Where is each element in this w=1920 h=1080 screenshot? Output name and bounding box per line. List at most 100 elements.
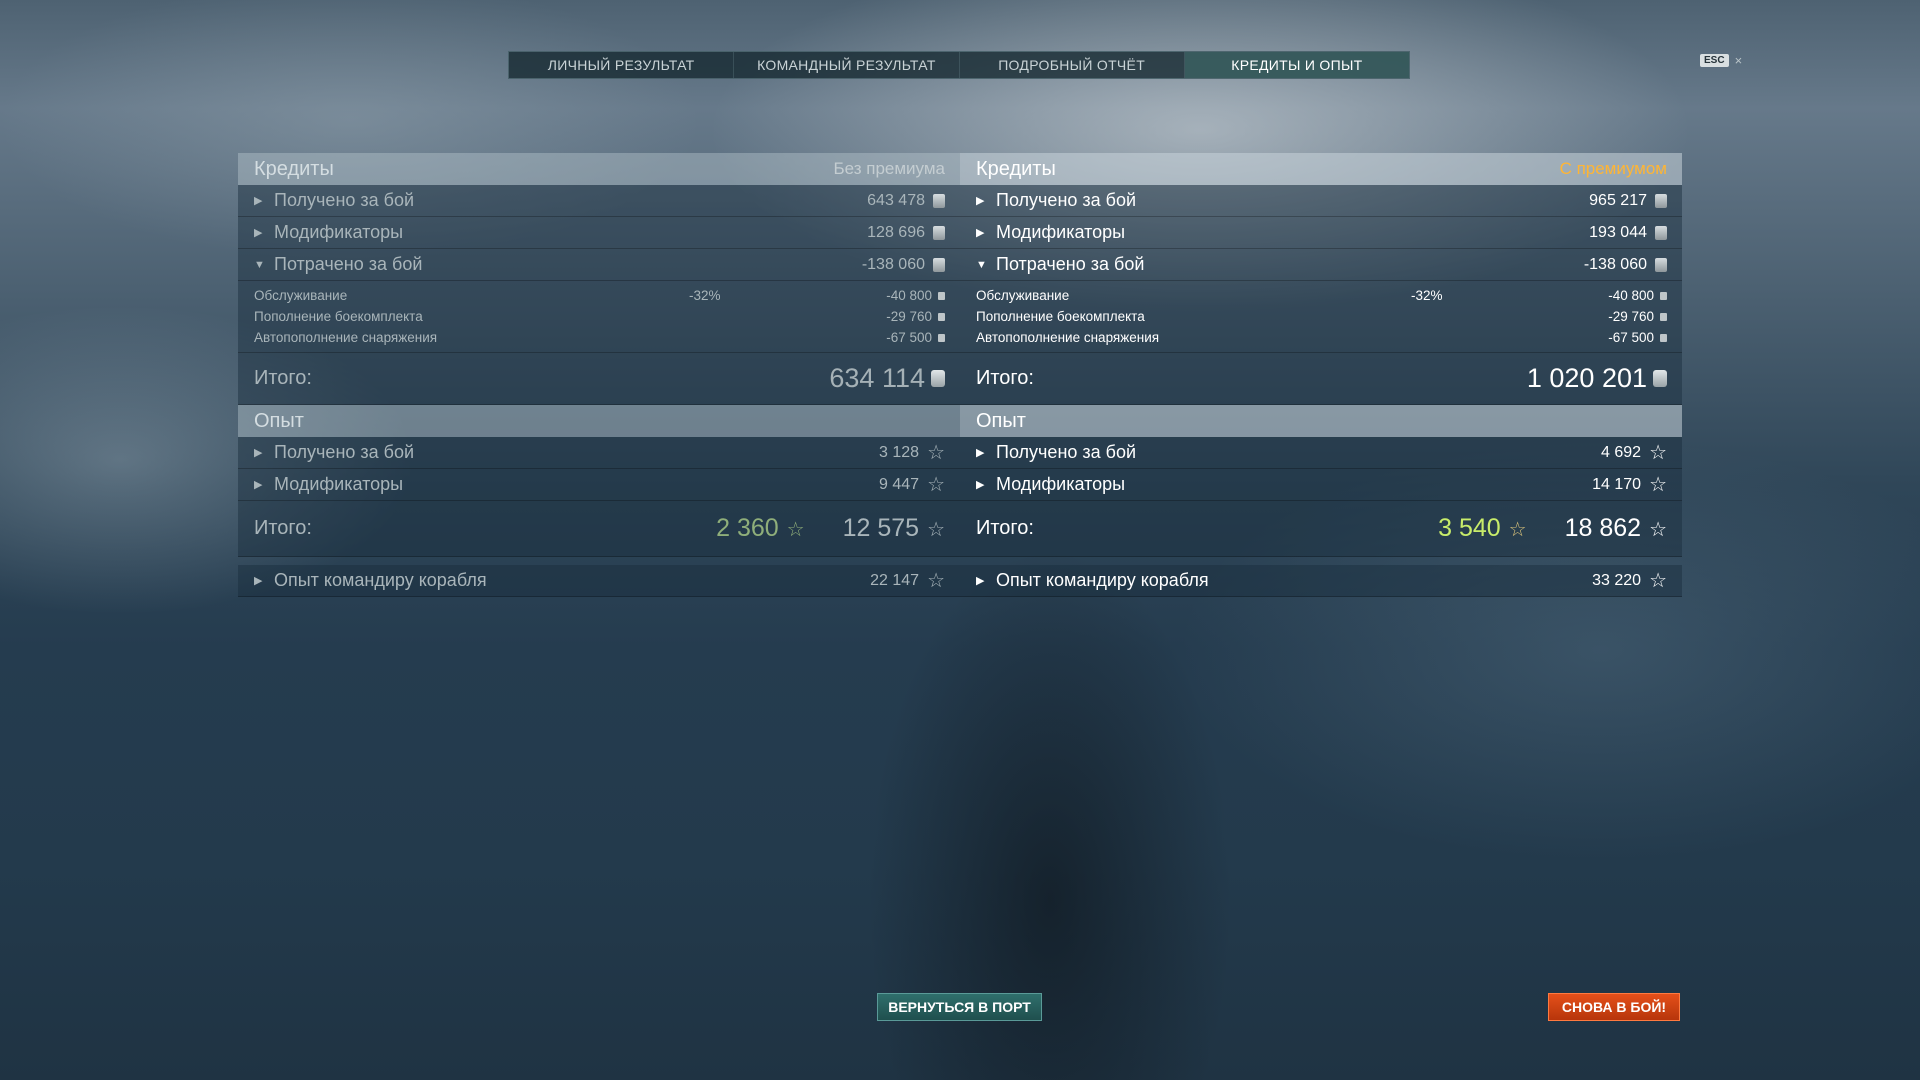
credits-coin-icon (1660, 333, 1667, 342)
tab-team-result[interactable]: КОМАНДНЫЙ РЕЗУЛЬТАТ (734, 52, 960, 78)
xp-header: Опыт (238, 405, 960, 437)
return-to-port-button[interactable]: ВЕРНУТЬСЯ В ПОРТ (877, 993, 1042, 1021)
xp-total-group: 18 862 ☆ (1565, 514, 1667, 543)
credits-spent-row[interactable]: ▼ Потрачено за бой -138 060 (238, 249, 960, 281)
triangle-right-icon: ▶ (254, 479, 263, 491)
triangle-right-icon: ▶ (254, 227, 263, 239)
xp-total-group: 12 575 ☆ (843, 514, 945, 543)
triangle-right-icon: ▶ (254, 195, 263, 207)
discount-percent: -32% (689, 288, 721, 303)
auto-resupply-row: Автопополнение снаряжения -67 500 (238, 327, 960, 348)
spent-breakdown: Обслуживание -32% -40 800 Пополнение бое… (238, 281, 960, 353)
xp-earned-row[interactable]: ▶ Получено за бой 4 692 ☆ (960, 437, 1682, 469)
sub-label: Обслуживание (976, 288, 1070, 303)
credits-modifiers-row[interactable]: ▶ Модификаторы 193 044 (960, 217, 1682, 249)
star-icon: ☆ (927, 474, 945, 496)
credits-total-row: Итого: 1 020 201 (960, 353, 1682, 405)
xp-title: Опыт (976, 409, 1026, 432)
spent-breakdown: Обслуживание -32% -40 800 Пополнение бое… (960, 281, 1682, 353)
row-value: 3 128 (879, 443, 920, 461)
sub-value: -67 500 (1608, 330, 1654, 345)
total-label: Итого: (976, 517, 1034, 539)
row-value: -138 060 (1583, 255, 1647, 273)
sub-label: Автопополнение снаряжения (976, 330, 1160, 345)
credits-spent-row[interactable]: ▼ Потрачено за бой -138 060 (960, 249, 1682, 281)
row-value: 128 696 (867, 223, 925, 241)
xp-total-row: Итого: 3 540 ☆ 18 862 ☆ (960, 501, 1682, 557)
commander-xp-row[interactable]: ▶ Опыт командиру корабля 33 220 ☆ (960, 565, 1682, 597)
sub-value: -40 800 (886, 288, 932, 303)
credits-total-value: 634 114 (829, 363, 925, 393)
row-label: Получено за бой (996, 442, 1137, 462)
row-label: Получено за бой (274, 190, 415, 210)
esc-close-button[interactable]: ESC × (1700, 53, 1742, 68)
close-icon: × (1734, 53, 1743, 68)
row-label: Получено за бой (996, 190, 1137, 210)
free-xp-star-icon: ☆ (786, 518, 805, 541)
tab-detailed-report[interactable]: ПОДРОБНЫЙ ОТЧЁТ (960, 52, 1185, 78)
credits-coin-icon (1655, 257, 1667, 272)
tab-bar: ЛИЧНЫЙ РЕЗУЛЬТАТ КОМАНДНЫЙ РЕЗУЛЬТАТ ПОД… (508, 51, 1410, 79)
sub-label: Пополнение боекомплекта (976, 309, 1145, 324)
total-label: Итого: (254, 367, 312, 389)
xp-total-value: 18 862 (1564, 514, 1642, 542)
battle-again-button[interactable]: СНОВА В БОЙ! (1548, 993, 1680, 1021)
credits-coin-icon (1655, 193, 1667, 208)
star-icon: ☆ (927, 442, 945, 464)
row-label: Опыт командиру корабля (274, 570, 487, 590)
ammo-row: Пополнение боекомплекта -29 760 (238, 306, 960, 327)
free-xp-star-icon: ☆ (1508, 518, 1527, 541)
sub-value: -40 800 (1608, 288, 1654, 303)
credits-title: Кредиты (976, 157, 1056, 180)
xp-total-row: Итого: 2 360 ☆ 12 575 ☆ (238, 501, 960, 557)
star-icon: ☆ (927, 570, 945, 592)
triangle-right-icon: ▶ (976, 479, 985, 491)
sub-value: -67 500 (886, 330, 932, 345)
row-label: Потрачено за бой (274, 254, 423, 274)
triangle-right-icon: ▶ (254, 447, 263, 459)
credits-coin-icon (938, 291, 945, 300)
xp-title: Опыт (254, 409, 304, 432)
triangle-right-icon: ▶ (976, 195, 985, 207)
triangle-down-icon: ▼ (976, 258, 987, 271)
credits-coin-icon (1653, 370, 1667, 387)
commander-xp-row[interactable]: ▶ Опыт командиру корабля 22 147 ☆ (238, 565, 960, 597)
sub-label: Пополнение боекомплекта (254, 309, 423, 324)
xp-total-value: 12 575 (842, 514, 920, 542)
star-icon: ☆ (1649, 570, 1667, 592)
credits-header: Кредиты С премиумом (960, 153, 1682, 185)
credits-coin-icon (1660, 291, 1667, 300)
premium-panel: Кредиты С премиумом ▶ Получено за бой 96… (960, 153, 1682, 597)
total-label: Итого: (976, 367, 1034, 389)
total-label: Итого: (254, 517, 312, 539)
triangle-right-icon: ▶ (976, 227, 985, 239)
xp-earned-row[interactable]: ▶ Получено за бой 3 128 ☆ (238, 437, 960, 469)
sub-value: -29 760 (1608, 309, 1654, 324)
ammo-row: Пополнение боекомплекта -29 760 (960, 306, 1682, 327)
row-label: Модификаторы (996, 222, 1126, 242)
credits-coin-icon (938, 312, 945, 321)
xp-modifiers-row[interactable]: ▶ Модификаторы 14 170 ☆ (960, 469, 1682, 501)
star-icon: ☆ (1649, 442, 1667, 464)
xp-header: Опыт (960, 405, 1682, 437)
credits-modifiers-row[interactable]: ▶ Модификаторы 128 696 (238, 217, 960, 249)
star-icon: ☆ (927, 518, 945, 541)
credits-earned-row[interactable]: ▶ Получено за бой 965 217 (960, 185, 1682, 217)
esc-key-label: ESC (1700, 54, 1729, 67)
service-row: Обслуживание -32% -40 800 (238, 285, 960, 306)
row-label: Опыт командиру корабля (996, 570, 1209, 590)
row-label: Получено за бой (274, 442, 415, 462)
row-label: Модификаторы (274, 474, 404, 494)
triangle-down-icon: ▼ (254, 258, 265, 271)
tab-credits-and-xp[interactable]: КРЕДИТЫ И ОПЫТ (1184, 52, 1409, 78)
credits-earned-row[interactable]: ▶ Получено за бой 643 478 (238, 185, 960, 217)
star-icon: ☆ (1649, 474, 1667, 496)
triangle-right-icon: ▶ (976, 447, 985, 459)
row-value: 643 478 (867, 191, 925, 209)
tab-personal-result[interactable]: ЛИЧНЫЙ РЕЗУЛЬТАТ (509, 52, 735, 78)
row-value: 193 044 (1589, 223, 1647, 241)
row-value: 4 692 (1601, 443, 1642, 461)
row-label: Потрачено за бой (996, 254, 1145, 274)
xp-modifiers-row[interactable]: ▶ Модификаторы 9 447 ☆ (238, 469, 960, 501)
credits-coin-icon (933, 225, 945, 240)
